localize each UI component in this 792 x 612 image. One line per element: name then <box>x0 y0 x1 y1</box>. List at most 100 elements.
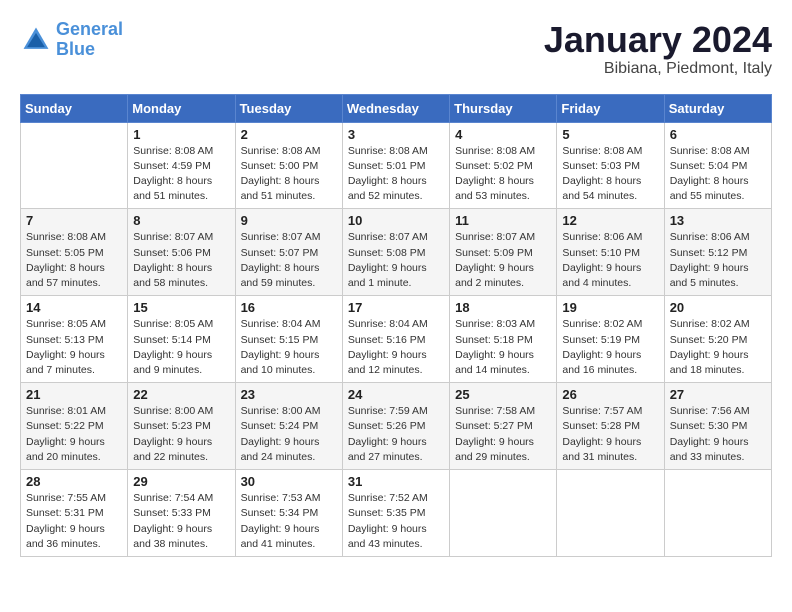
day-info: Sunrise: 8:08 AMSunset: 5:01 PMDaylight:… <box>348 144 444 205</box>
day-number: 7 <box>26 213 122 228</box>
calendar-week-row: 28Sunrise: 7:55 AMSunset: 5:31 PMDayligh… <box>21 470 772 557</box>
day-number: 11 <box>455 213 551 228</box>
day-info: Sunrise: 8:01 AMSunset: 5:22 PMDaylight:… <box>26 404 122 465</box>
day-info: Sunrise: 7:52 AMSunset: 5:35 PMDaylight:… <box>348 491 444 552</box>
day-number: 14 <box>26 300 122 315</box>
day-info: Sunrise: 8:05 AMSunset: 5:13 PMDaylight:… <box>26 317 122 378</box>
day-number: 17 <box>348 300 444 315</box>
weekday-header-saturday: Saturday <box>664 94 771 122</box>
logo-text: General Blue <box>56 20 123 60</box>
day-info: Sunrise: 8:08 AMSunset: 5:00 PMDaylight:… <box>241 144 337 205</box>
day-info: Sunrise: 7:57 AMSunset: 5:28 PMDaylight:… <box>562 404 658 465</box>
day-number: 5 <box>562 127 658 142</box>
calendar-cell: 8 Sunrise: 8:07 AMSunset: 5:06 PMDaylight… <box>128 209 235 296</box>
calendar-cell: 25 Sunrise: 7:58 AMSunset: 5:27 PMDayligh… <box>450 383 557 470</box>
weekday-header-row: SundayMondayTuesdayWednesdayThursdayFrid… <box>21 94 772 122</box>
day-info: Sunrise: 7:59 AMSunset: 5:26 PMDaylight:… <box>348 404 444 465</box>
day-info: Sunrise: 8:08 AMSunset: 4:59 PMDaylight:… <box>133 144 229 205</box>
day-number: 22 <box>133 387 229 402</box>
calendar-week-row: 7Sunrise: 8:08 AMSunset: 5:05 PMDaylight… <box>21 209 772 296</box>
day-number: 1 <box>133 127 229 142</box>
calendar-cell <box>450 470 557 557</box>
day-info: Sunrise: 8:07 AMSunset: 5:09 PMDaylight:… <box>455 230 551 291</box>
day-number: 19 <box>562 300 658 315</box>
day-number: 31 <box>348 474 444 489</box>
day-number: 8 <box>133 213 229 228</box>
logo: General Blue <box>20 20 123 60</box>
day-info: Sunrise: 8:02 AMSunset: 5:20 PMDaylight:… <box>670 317 766 378</box>
calendar-week-row: 21 Sunrise: 8:01 AMSunset: 5:22 PMDayligh… <box>21 383 772 470</box>
calendar-cell: 12Sunrise: 8:06 AMSunset: 5:10 PMDayligh… <box>557 209 664 296</box>
day-number: 9 <box>241 213 337 228</box>
day-number: 13 <box>670 213 766 228</box>
calendar-cell: 13 Sunrise: 8:06 AMSunset: 5:12 PMDayligh… <box>664 209 771 296</box>
day-number: 30 <box>241 474 337 489</box>
page-header: General Blue January 2024 Bibiana, Piedm… <box>20 20 772 78</box>
day-info: Sunrise: 8:04 AMSunset: 5:16 PMDaylight:… <box>348 317 444 378</box>
day-number: 6 <box>670 127 766 142</box>
calendar-cell: 1 Sunrise: 8:08 AMSunset: 4:59 PMDaylight… <box>128 122 235 209</box>
calendar-cell: 11 Sunrise: 8:07 AMSunset: 5:09 PMDayligh… <box>450 209 557 296</box>
calendar-cell: 27 Sunrise: 7:56 AMSunset: 5:30 PMDayligh… <box>664 383 771 470</box>
calendar-cell: 23 Sunrise: 8:00 AMSunset: 5:24 PMDayligh… <box>235 383 342 470</box>
weekday-header-thursday: Thursday <box>450 94 557 122</box>
day-number: 18 <box>455 300 551 315</box>
day-number: 25 <box>455 387 551 402</box>
calendar-cell: 22Sunrise: 8:00 AMSunset: 5:23 PMDayligh… <box>128 383 235 470</box>
calendar-cell <box>21 122 128 209</box>
calendar-cell: 16 Sunrise: 8:04 AMSunset: 5:15 PMDayligh… <box>235 296 342 383</box>
location-subtitle: Bibiana, Piedmont, Italy <box>544 60 772 78</box>
day-number: 12 <box>562 213 658 228</box>
calendar-cell: 4Sunrise: 8:08 AMSunset: 5:02 PMDaylight… <box>450 122 557 209</box>
logo-icon <box>20 24 52 56</box>
calendar-cell: 10 Sunrise: 8:07 AMSunset: 5:08 PMDayligh… <box>342 209 449 296</box>
calendar-cell: 9 Sunrise: 8:07 AMSunset: 5:07 PMDaylight… <box>235 209 342 296</box>
day-info: Sunrise: 8:07 AMSunset: 5:07 PMDaylight:… <box>241 230 337 291</box>
day-number: 10 <box>348 213 444 228</box>
day-info: Sunrise: 8:00 AMSunset: 5:24 PMDaylight:… <box>241 404 337 465</box>
calendar-cell <box>664 470 771 557</box>
calendar-cell: 3 Sunrise: 8:08 AMSunset: 5:01 PMDaylight… <box>342 122 449 209</box>
calendar-cell: 7Sunrise: 8:08 AMSunset: 5:05 PMDaylight… <box>21 209 128 296</box>
calendar-cell: 28Sunrise: 7:55 AMSunset: 5:31 PMDayligh… <box>21 470 128 557</box>
calendar-cell: 2Sunrise: 8:08 AMSunset: 5:00 PMDaylight… <box>235 122 342 209</box>
day-info: Sunrise: 8:06 AMSunset: 5:12 PMDaylight:… <box>670 230 766 291</box>
day-info: Sunrise: 8:08 AMSunset: 5:03 PMDaylight:… <box>562 144 658 205</box>
day-number: 3 <box>348 127 444 142</box>
calendar-cell: 19 Sunrise: 8:02 AMSunset: 5:19 PMDayligh… <box>557 296 664 383</box>
day-number: 21 <box>26 387 122 402</box>
calendar-week-row: 14 Sunrise: 8:05 AMSunset: 5:13 PMDayligh… <box>21 296 772 383</box>
weekday-header-monday: Monday <box>128 94 235 122</box>
title-block: January 2024 Bibiana, Piedmont, Italy <box>544 20 772 78</box>
calendar-cell: 17 Sunrise: 8:04 AMSunset: 5:16 PMDayligh… <box>342 296 449 383</box>
day-number: 23 <box>241 387 337 402</box>
day-info: Sunrise: 8:08 AMSunset: 5:04 PMDaylight:… <box>670 144 766 205</box>
calendar-cell: 26Sunrise: 7:57 AMSunset: 5:28 PMDayligh… <box>557 383 664 470</box>
day-info: Sunrise: 8:07 AMSunset: 5:08 PMDaylight:… <box>348 230 444 291</box>
day-info: Sunrise: 8:02 AMSunset: 5:19 PMDaylight:… <box>562 317 658 378</box>
calendar-cell: 18 Sunrise: 8:03 AMSunset: 5:18 PMDayligh… <box>450 296 557 383</box>
calendar-cell: 31 Sunrise: 7:52 AMSunset: 5:35 PMDayligh… <box>342 470 449 557</box>
day-number: 4 <box>455 127 551 142</box>
calendar-cell: 20Sunrise: 8:02 AMSunset: 5:20 PMDayligh… <box>664 296 771 383</box>
weekday-header-tuesday: Tuesday <box>235 94 342 122</box>
day-info: Sunrise: 8:04 AMSunset: 5:15 PMDaylight:… <box>241 317 337 378</box>
calendar-cell: 30Sunrise: 7:53 AMSunset: 5:34 PMDayligh… <box>235 470 342 557</box>
day-number: 27 <box>670 387 766 402</box>
day-info: Sunrise: 8:03 AMSunset: 5:18 PMDaylight:… <box>455 317 551 378</box>
day-info: Sunrise: 7:56 AMSunset: 5:30 PMDaylight:… <box>670 404 766 465</box>
month-title: January 2024 <box>544 20 772 60</box>
day-number: 15 <box>133 300 229 315</box>
weekday-header-friday: Friday <box>557 94 664 122</box>
calendar-cell: 29 Sunrise: 7:54 AMSunset: 5:33 PMDayligh… <box>128 470 235 557</box>
calendar-cell: 6 Sunrise: 8:08 AMSunset: 5:04 PMDaylight… <box>664 122 771 209</box>
day-number: 29 <box>133 474 229 489</box>
calendar-cell: 24Sunrise: 7:59 AMSunset: 5:26 PMDayligh… <box>342 383 449 470</box>
day-info: Sunrise: 8:07 AMSunset: 5:06 PMDaylight:… <box>133 230 229 291</box>
calendar-cell <box>557 470 664 557</box>
day-info: Sunrise: 7:58 AMSunset: 5:27 PMDaylight:… <box>455 404 551 465</box>
calendar-week-row: 1 Sunrise: 8:08 AMSunset: 4:59 PMDaylight… <box>21 122 772 209</box>
weekday-header-sunday: Sunday <box>21 94 128 122</box>
day-info: Sunrise: 7:54 AMSunset: 5:33 PMDaylight:… <box>133 491 229 552</box>
day-number: 16 <box>241 300 337 315</box>
